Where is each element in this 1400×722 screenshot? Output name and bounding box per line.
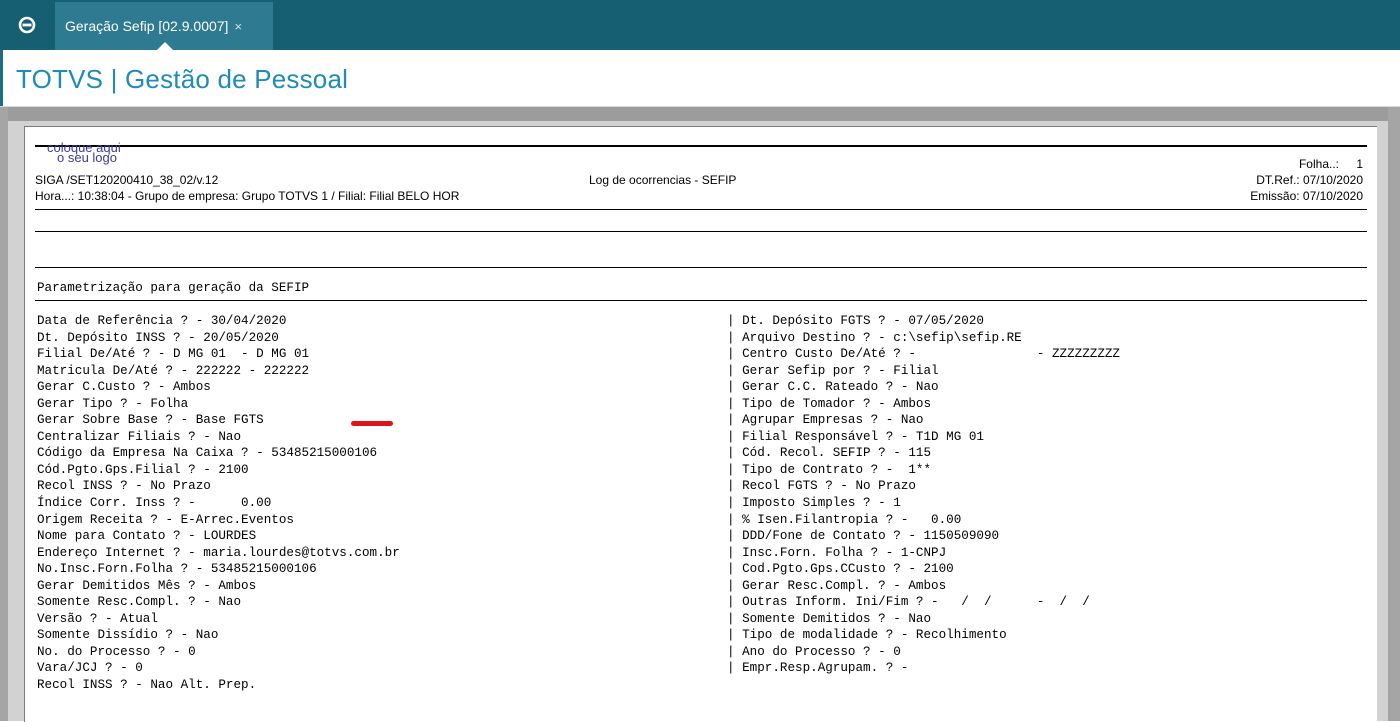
param-line: Índice Corr. Inss ? - 0.00 [37,496,272,511]
dt-ref: DT.Ref.: 07/10/2020 [1256,173,1363,187]
right-params: | Dt. Depósito FGTS ? - 07/05/2020 | Arqu… [727,313,1120,677]
report-title: Log de ocorrencias - SEFIP [589,173,737,187]
param-line: | Agrupar Empresas ? - Nao [727,413,924,428]
app-menu-button[interactable] [6,5,48,45]
param-line: | Imposto Simples ? - 1 [727,496,901,511]
param-line: | Arquivo Destino ? - c:\sefip\sefip.RE [727,330,1022,345]
param-line: Gerar Demitidos Mês ? - Ambos [37,578,257,593]
param-line: Somente Dissídio ? - Nao [37,628,219,643]
section-title: Parametrização para geração da SEFIP [37,281,310,295]
active-tab-indicator [157,42,173,50]
param-line: No. do Processo ? - 0 [37,644,196,659]
param-line: | Insc.Forn. Folha ? - 1-CNPJ [727,545,947,560]
param-line: Recol INSS ? - Nao Alt. Prep. [37,678,257,693]
param-line: Cód.Pgto.Gps.Filial ? - 2100 [37,462,249,477]
param-line: | Gerar C.C. Rateado ? - Nao [727,380,939,395]
param-line: Somente Resc.Compl. ? - Nao [37,595,242,610]
param-line: Origem Receita ? - E-Arrec.Eventos [37,512,294,527]
frame-left [0,107,8,721]
param-line: Matricula De/Até ? - 222222 - 222222 [37,363,310,378]
param-line: Dt. Depósito INSS ? - 20/05/2020 [37,330,279,345]
folha-label: Folha..: [1298,157,1339,171]
param-line: | Cod.Pgto.Gps.CCusto ? - 2100 [727,562,954,577]
hora-line: Hora...: 10:38:04 - Grupo de empresa: Gr… [35,189,460,203]
param-line: | Gerar Sefip por ? - Filial [727,363,939,378]
param-line: | Filial Responsável ? - T1D MG 01 [727,429,984,444]
param-line: | % Isen.Filantropia ? - 0.00 [727,512,962,527]
logo-line-2: o seu logo [57,150,117,165]
folha-value: 1 [1356,157,1363,171]
param-line: | Somente Demitidos ? - Nao [727,611,932,626]
param-line: No.Insc.Forn.Folha ? - 53485215000106 [37,562,317,577]
redaction-mark [351,421,393,426]
param-line: Versão ? - Atual [37,611,158,626]
report-top-rule [35,145,1367,147]
param-line: | Empr.Resp.Agrupam. ? - [727,661,909,676]
param-line: Gerar C.Custo ? - Ambos [37,380,211,395]
param-line: | Centro Custo De/Até ? - - ZZZZZZZZZ [727,347,1120,362]
param-line: | Outras Inform. Ini/Fim ? - / / - / / [727,595,1090,610]
report-page: coloque aqui o seu logo Folha..: 1 SIGA … [24,126,1377,722]
tab-bar: Geração Sefip [02.9.0007] × [0,0,1400,50]
param-line: Data de Referência ? - 30/04/2020 [37,314,287,328]
param-line: | Tipo de Contrato ? - 1** [727,462,932,477]
emissao: Emissão: 07/10/2020 [1250,189,1363,203]
report-logo: coloque aqui o seu logo [47,141,121,165]
param-line: Gerar Sobre Base ? - Base FGTS [37,413,264,428]
param-line: | Cód. Recol. SEFIP ? - 115 [727,446,932,461]
param-line: Filial De/Até ? - D MG 01 - D MG 01 [37,347,310,362]
param-line: Vara/JCJ ? - 0 [37,661,143,676]
param-line: | Gerar Resc.Compl. ? - Ambos [727,578,947,593]
header-rule [35,209,1367,210]
param-line: | Dt. Depósito FGTS ? - 07/05/2020 [727,314,984,328]
param-line: Código da Empresa Na Caixa ? - 534852150… [37,446,378,461]
section-rule-bottom [35,300,1367,301]
param-line: | Ano do Processo ? - 0 [727,644,901,659]
param-line: | Tipo de modalidade ? - Recolhimento [727,628,1007,643]
left-params: Data de Referência ? - 30/04/2020 Dt. Dep… [37,313,400,694]
tab-label: Geração Sefip [02.9.0007] [65,18,229,34]
frame-right [1388,107,1400,721]
param-line: | DDD/Fone de Contato ? - 1150509090 [727,529,1000,544]
param-line: | Recol FGTS ? - No Prazo [727,479,916,494]
program-id: SIGA /SET120200410_38_02/v.12 [35,173,219,187]
param-line: | Tipo de Tomador ? - Ambos [727,396,932,411]
close-icon[interactable]: × [234,19,242,34]
param-line: Centralizar Filiais ? - Nao [37,429,242,444]
param-line: Recol INSS ? - No Prazo [37,479,211,494]
power-icon [18,16,36,34]
section-rule-top [35,267,1367,268]
app-header: TOTVS | Gestão de Pessoal [0,50,1400,107]
param-line: Nome para Contato ? - LOURDES [37,529,257,544]
param-line: Gerar Tipo ? - Folha [37,396,189,411]
header-accent [0,50,3,106]
header-rule-2 [35,231,1367,232]
tab-geracao-sefip[interactable]: Geração Sefip [02.9.0007] × [55,2,273,50]
app-title: TOTVS | Gestão de Pessoal [16,64,349,94]
frame-top [8,107,1388,121]
param-line: Endereço Internet ? - maria.lourdes@totv… [37,545,400,560]
